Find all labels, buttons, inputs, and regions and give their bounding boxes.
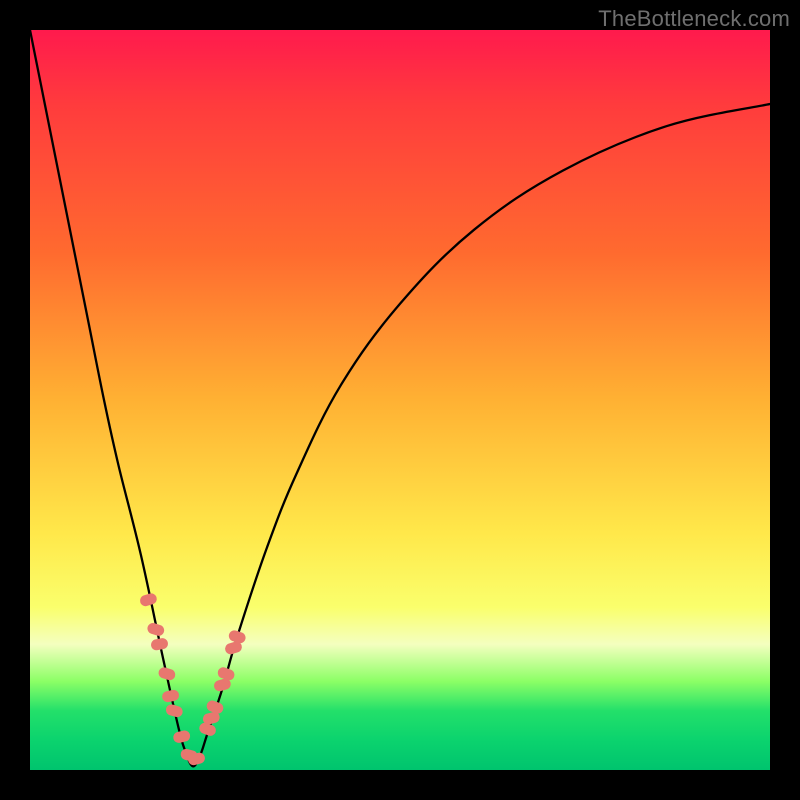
marker — [157, 666, 176, 681]
marker — [146, 622, 166, 638]
plot-area — [30, 30, 770, 770]
marker — [205, 699, 225, 715]
marker — [227, 629, 247, 645]
marker — [139, 592, 158, 607]
marker — [216, 666, 236, 682]
watermark-text: TheBottleneck.com — [598, 6, 790, 32]
chart-frame: TheBottleneck.com — [0, 0, 800, 800]
chart-svg — [30, 30, 770, 770]
marker — [161, 689, 180, 703]
marker — [150, 637, 169, 651]
bottleneck-curve — [30, 30, 770, 766]
marker — [172, 729, 191, 744]
marker — [165, 703, 184, 718]
